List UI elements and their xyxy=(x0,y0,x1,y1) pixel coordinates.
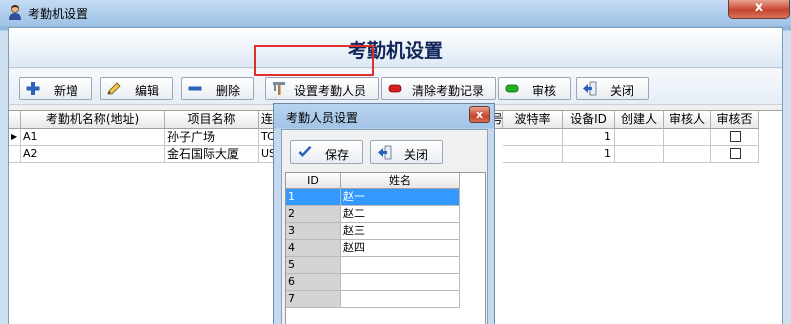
column-header-auditor[interactable]: 审核人 xyxy=(664,111,711,129)
user-app-icon xyxy=(9,5,21,20)
plus-icon xyxy=(26,82,40,95)
staff-settings-dialog: 考勤人员设置 x 保存 关闭 ID 姓名 1 赵一 2 赵二 3 赵三 4 赵四… xyxy=(273,103,495,324)
red-pill-icon xyxy=(388,84,402,93)
column-header-project-name[interactable]: 项目名称 xyxy=(165,111,259,129)
dialog-close-action-button[interactable]: 关闭 xyxy=(370,140,443,164)
staff-row-7-id[interactable]: 7 xyxy=(286,291,341,308)
exit-door-icon xyxy=(583,81,597,96)
table-row-2-auditor[interactable] xyxy=(664,146,711,163)
audited-checkbox-1[interactable] xyxy=(730,131,741,142)
staff-row-1-name[interactable]: 赵一 xyxy=(341,189,460,206)
dialog-close-action-label: 关闭 xyxy=(404,148,429,162)
table-row-1-auditor[interactable] xyxy=(664,129,711,146)
staff-row-6-name[interactable] xyxy=(341,274,460,291)
delete-button[interactable]: 删除 xyxy=(181,77,254,100)
staff-row-5-id[interactable]: 5 xyxy=(286,257,341,274)
table-row-1-project[interactable]: 孙子广场 xyxy=(165,129,259,146)
table-row-2-creator[interactable] xyxy=(615,146,664,163)
edit-button[interactable]: 编辑 xyxy=(100,77,173,100)
staff-row-4-name[interactable]: 赵四 xyxy=(341,240,460,257)
close-icon: x xyxy=(475,108,484,121)
staff-row-4-id[interactable]: 4 xyxy=(286,240,341,257)
set-staff-button-label: 设置考勤人员 xyxy=(294,84,367,98)
toolbar: 新增 编辑 删除 设置考勤人员 清除考勤记录 审核 关闭 xyxy=(9,69,782,105)
staff-grid[interactable]: ID 姓名 1 赵一 2 赵二 3 赵三 4 赵四 5 6 7 xyxy=(285,172,486,324)
tools-icon xyxy=(273,82,285,95)
table-row-1-baud[interactable] xyxy=(503,129,563,146)
table-row-2-baud[interactable] xyxy=(503,146,563,163)
table-row-2-audited-cell[interactable] xyxy=(711,146,759,163)
save-button[interactable]: 保存 xyxy=(290,140,363,164)
audit-button-label: 审核 xyxy=(532,84,557,98)
column-header-machine-name[interactable]: 考勤机名称(地址) xyxy=(21,111,165,129)
column-header-audited[interactable]: 审核否 xyxy=(711,111,759,129)
add-button-label: 新增 xyxy=(54,84,79,98)
highlight-frame xyxy=(254,45,374,76)
table-row-2-name[interactable]: A2 xyxy=(21,146,165,163)
staff-row-3-name[interactable]: 赵三 xyxy=(341,223,460,240)
page-title: 考勤机设置 xyxy=(347,40,443,62)
staff-row-5-name[interactable] xyxy=(341,257,460,274)
audit-button[interactable]: 审核 xyxy=(498,77,571,100)
table-row-1-audited-cell[interactable] xyxy=(711,129,759,146)
column-header-name[interactable]: 姓名 xyxy=(341,173,460,189)
delete-button-label: 删除 xyxy=(216,84,241,98)
checkmark-icon xyxy=(298,146,312,157)
staff-row-1-id[interactable]: 1 xyxy=(286,189,341,206)
audited-checkbox-2[interactable] xyxy=(730,148,741,159)
table-row-1-name[interactable]: A1 xyxy=(21,129,165,146)
title-bar[interactable]: 考勤机设置 x xyxy=(0,0,791,26)
header-band: 考勤机设置 xyxy=(9,28,782,68)
table-row-1-creator[interactable] xyxy=(615,129,664,146)
close-button-label: 关闭 xyxy=(610,84,635,98)
main-window: 考勤机设置 x 考勤机设置 新增 编辑 删除 设置考勤人员 清除考勤记录 审核 … xyxy=(0,0,791,324)
window-title: 考勤机设置 xyxy=(28,7,89,21)
green-pill-icon xyxy=(505,84,519,93)
dialog-close-button[interactable]: x xyxy=(469,106,490,123)
dialog-title: 考勤人员设置 xyxy=(286,111,359,125)
staff-row-2-name[interactable]: 赵二 xyxy=(341,206,460,223)
current-row-marker: ▶ xyxy=(9,129,21,146)
column-header-id[interactable]: ID xyxy=(286,173,341,189)
set-staff-button[interactable]: 设置考勤人员 xyxy=(265,77,379,100)
row-indicator-header xyxy=(9,111,21,129)
edit-button-label: 编辑 xyxy=(135,84,160,98)
pencil-icon xyxy=(107,82,121,95)
table-row-2-device-id[interactable]: 1 xyxy=(563,146,615,163)
clear-records-button-label: 清除考勤记录 xyxy=(412,84,485,98)
column-header-device-id[interactable]: 设备ID xyxy=(563,111,615,129)
staff-row-6-id[interactable]: 6 xyxy=(286,274,341,291)
staff-row-2-id[interactable]: 2 xyxy=(286,206,341,223)
staff-row-7-name[interactable] xyxy=(341,291,460,308)
column-header-creator[interactable]: 创建人 xyxy=(615,111,664,129)
minus-icon xyxy=(188,86,202,91)
column-header-baud-rate[interactable]: 波特率 xyxy=(503,111,563,129)
close-button[interactable]: 关闭 xyxy=(576,77,649,100)
exit-door-icon xyxy=(378,145,392,160)
table-row-2-project[interactable]: 金石国际大厦 xyxy=(165,146,259,163)
save-button-label: 保存 xyxy=(325,148,350,162)
row-indicator-2 xyxy=(9,146,21,163)
table-row-1-device-id[interactable]: 1 xyxy=(563,129,615,146)
dialog-body: 保存 关闭 ID 姓名 1 赵一 2 赵二 3 赵三 4 赵四 5 6 7 xyxy=(281,129,488,324)
clear-records-button[interactable]: 清除考勤记录 xyxy=(381,77,496,100)
close-icon: x xyxy=(754,0,764,15)
add-button[interactable]: 新增 xyxy=(19,77,92,100)
staff-row-3-id[interactable]: 3 xyxy=(286,223,341,240)
window-close-button[interactable]: x xyxy=(728,0,790,19)
